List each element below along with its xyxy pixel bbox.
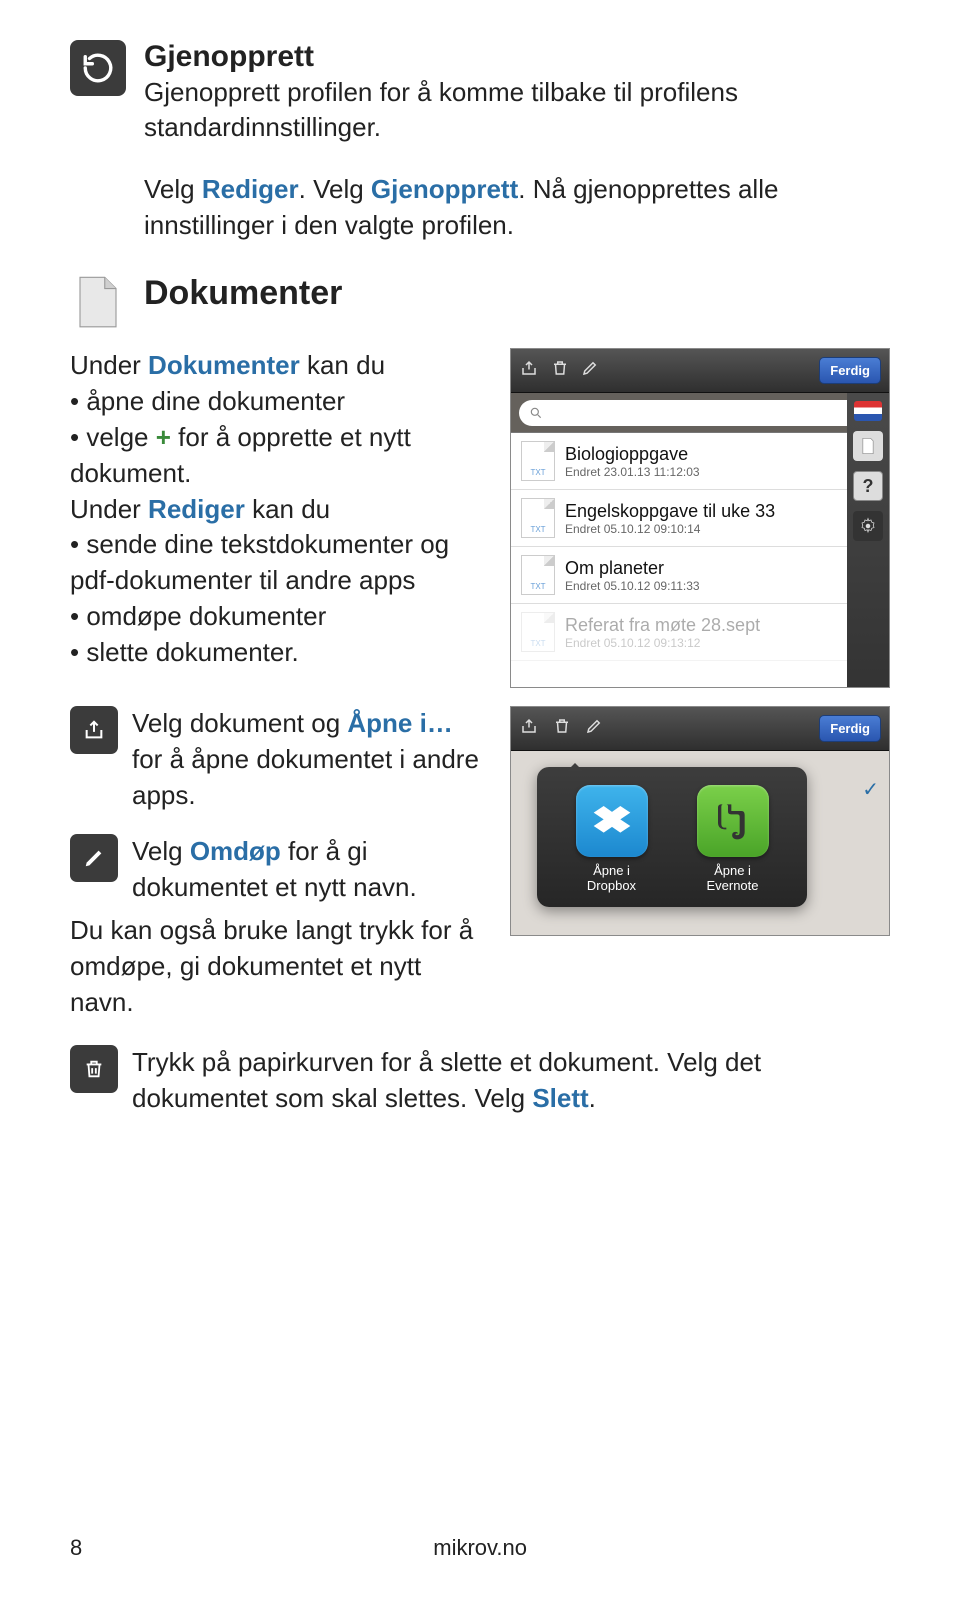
keyword-omdop: Omdøp: [190, 836, 281, 866]
share-icon[interactable]: [519, 717, 539, 740]
pencil-icon[interactable]: [581, 359, 599, 382]
panel-toolbar: Ferdig: [511, 349, 889, 393]
keyword-slett: Slett: [532, 1083, 588, 1113]
list-item: slette dokumenter.: [70, 635, 486, 671]
docs-heading: Dokumenter: [70, 274, 890, 330]
page-footer: 8 mikrov.no: [70, 1535, 890, 1561]
dropbox-icon: [576, 785, 648, 857]
help-icon[interactable]: ?: [853, 471, 883, 501]
action-open: Velg dokument og Åpne i… for å åpne doku…: [70, 706, 486, 814]
list-item: omdøpe dokumenter: [70, 599, 486, 635]
action-delete: Trykk på papirkurven for å slette et dok…: [70, 1045, 890, 1117]
table-row[interactable]: TXT Engelskoppgave til uke 33Endret 05.1…: [511, 490, 847, 547]
list-item: velge + for å opprette et nytt dokument.: [70, 420, 486, 492]
flag-icon[interactable]: [854, 401, 882, 421]
docs-bullets: Under Dokumenter kan du åpne dine dokume…: [70, 348, 486, 688]
txt-file-icon: TXT: [521, 498, 555, 538]
openin-popover: Åpne i Dropbox Åpne i Evernote: [537, 767, 807, 907]
app-tile-dropbox[interactable]: Åpne i Dropbox: [576, 785, 648, 893]
openin-row: Velg dokument og Åpne i… for å åpne doku…: [70, 706, 890, 1021]
trash-icon[interactable]: [551, 359, 569, 382]
restore-body-b: Velg Rediger. Velg Gjenopprett. Nå gjeno…: [144, 172, 890, 244]
checkmark-icon: ✓: [862, 777, 879, 802]
docs-panel-screenshot: Ferdig TXT BiologioppgaveEndret 23.01.13…: [510, 348, 890, 688]
table-row[interactable]: TXT Referat fra møte 28.septEndret 05.10…: [511, 604, 847, 661]
ferdig-button[interactable]: Ferdig: [819, 715, 881, 742]
search-icon: [529, 406, 543, 420]
txt-file-icon: TXT: [521, 441, 555, 481]
table-row[interactable]: TXT Om planeterEndret 05.10.12 09:11:33: [511, 547, 847, 604]
openin-panel-screenshot: Ferdig ✓ Åpne i Dropbox Åpne i Evernote: [510, 706, 890, 936]
restore-title: Gjenopprett: [144, 40, 890, 75]
app-tile-evernote[interactable]: Åpne i Evernote: [697, 785, 769, 893]
txt-file-icon: TXT: [521, 612, 555, 652]
keyword-dokumenter: Dokumenter: [148, 350, 300, 380]
gear-icon[interactable]: [853, 511, 883, 541]
search-bar: [511, 393, 889, 433]
keyword-apne-i: Åpne i…: [347, 708, 452, 738]
restore-icon: [70, 40, 126, 96]
action-rename: Velg Omdøp for å gi dokumentet et nytt n…: [70, 834, 486, 906]
search-input[interactable]: [519, 400, 881, 426]
share-icon: [70, 706, 118, 754]
restore-body-a: Gjenopprett profilen for å komme tilbake…: [144, 75, 890, 147]
docs-title: Dokumenter: [144, 274, 342, 330]
list-item: sende dine tekstdokumenter og pdf-dokume…: [70, 527, 486, 599]
trash-icon: [70, 1045, 118, 1093]
txt-file-icon: TXT: [521, 555, 555, 595]
trash-icon[interactable]: [553, 717, 571, 740]
ferdig-button[interactable]: Ferdig: [819, 357, 881, 384]
footer-site: mikrov.no: [433, 1535, 527, 1561]
document-icon: [70, 274, 126, 330]
docs-row: Under Dokumenter kan du åpne dine dokume…: [70, 348, 890, 688]
action-rename-extra: Du kan også bruke langt trykk for å omdø…: [70, 913, 486, 1021]
page-icon[interactable]: [853, 431, 883, 461]
keyword-rediger: Rediger: [148, 494, 245, 524]
panel-sidebar: ?: [847, 393, 889, 688]
share-icon[interactable]: [519, 359, 539, 382]
panel-toolbar: Ferdig: [511, 707, 889, 751]
keyword-gjenopprett: Gjenopprett: [371, 174, 518, 204]
pencil-icon[interactable]: [585, 717, 603, 740]
table-row[interactable]: TXT BiologioppgaveEndret 23.01.13 11:12:…: [511, 433, 847, 490]
pencil-icon: [70, 834, 118, 882]
plus-symbol: +: [156, 422, 171, 452]
list-item: åpne dine dokumenter: [70, 384, 486, 420]
evernote-icon: [697, 785, 769, 857]
restore-section: Gjenopprett Gjenopprett profilen for å k…: [70, 40, 890, 146]
keyword-rediger: Rediger: [202, 174, 299, 204]
page-number: 8: [70, 1535, 82, 1561]
